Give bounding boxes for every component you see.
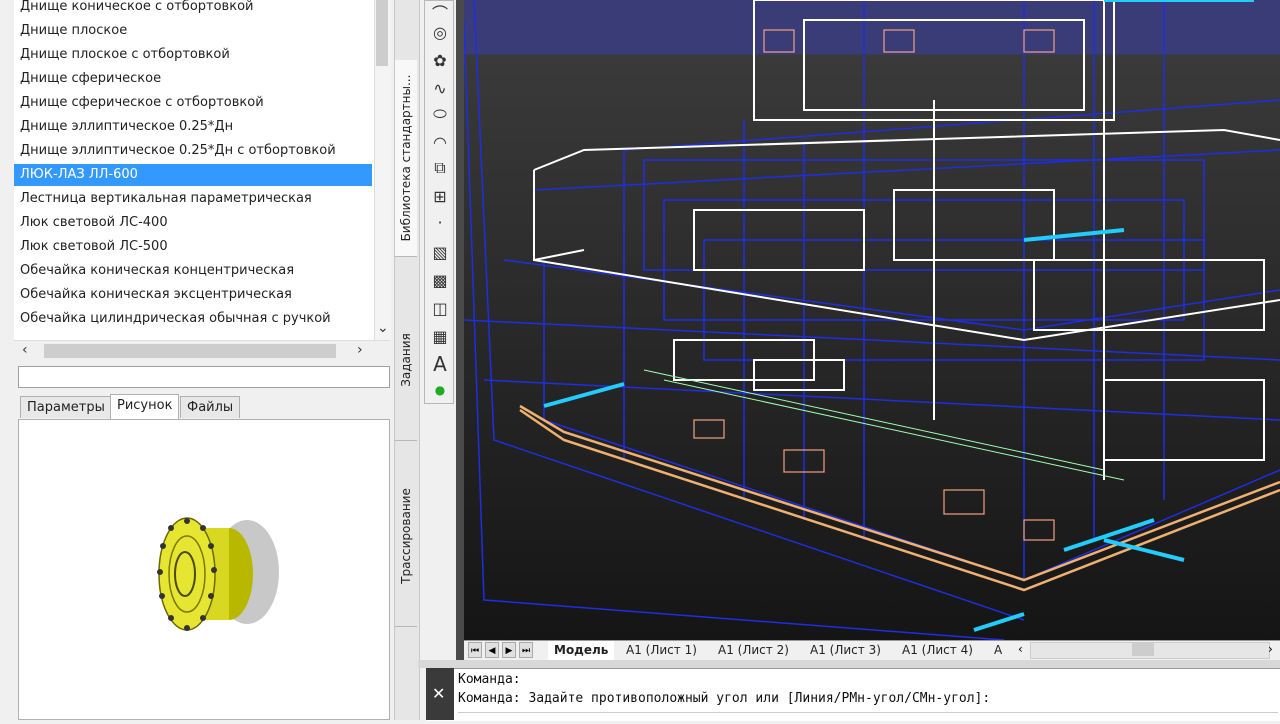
tab-parameters[interactable]: Параметры [20, 396, 112, 418]
ellipse-arc-icon[interactable]: ◠ [428, 130, 452, 154]
tab-layout-2[interactable]: А1 (Лист 2) [712, 641, 795, 660]
side-tab-tasks[interactable]: Задания [395, 280, 417, 441]
next-layout-icon[interactable]: ▶ [502, 642, 516, 658]
list-item[interactable]: Обечайка коническая эксцентрическая [20, 284, 292, 306]
side-tab-routing[interactable]: Трассирование [395, 446, 417, 627]
revision-cloud-icon[interactable]: ✿ [428, 48, 452, 72]
hatch-icon[interactable]: ▧ [428, 240, 452, 264]
list-item[interactable]: Днище эллиптическое 0.25*Дн [20, 116, 233, 138]
spline-icon[interactable]: ∿ [428, 76, 452, 100]
insert-block-icon[interactable]: ⧉ [428, 156, 452, 180]
list-item[interactable]: Люк световой ЛС-400 [20, 212, 168, 234]
command-history-line: Команда: [458, 672, 521, 687]
first-layout-icon[interactable]: ⏮ [468, 642, 482, 658]
region-icon[interactable]: ◫ [428, 296, 452, 320]
add-selected-icon[interactable]: ● [428, 378, 452, 402]
vertical-scroll-thumb[interactable] [376, 0, 388, 66]
list-item[interactable]: Днище плоское [20, 20, 127, 42]
layout-scroll-left-icon[interactable]: ‹ [1018, 642, 1023, 656]
command-splitter[interactable] [418, 660, 1280, 668]
prev-layout-icon[interactable]: ◀ [485, 642, 499, 658]
list-item[interactable]: Днище коническое с отбортовкой [20, 0, 253, 18]
layout-scroll-thumb[interactable] [1132, 643, 1154, 656]
tab-layout-3[interactable]: А1 (Лист 3) [804, 641, 887, 660]
gradient-icon[interactable]: ▩ [428, 268, 452, 292]
horizontal-scroll-thumb[interactable] [44, 344, 336, 358]
list-item[interactable]: Днище сферическое [20, 68, 161, 90]
tab-model[interactable]: Модель [548, 641, 615, 660]
filter-input[interactable] [18, 366, 390, 388]
side-tab-library[interactable]: Библиотека стандартны... [395, 60, 417, 257]
make-block-icon[interactable]: ⊞ [428, 184, 452, 208]
3d-wireframe-model [464, 0, 1280, 640]
tab-layout-more[interactable]: А [988, 641, 1008, 660]
list-item-selected[interactable]: ЛЮК-ЛАЗ ЛЛ-600 [14, 164, 372, 186]
close-icon[interactable]: ✕ [432, 684, 445, 703]
viewport-border [456, 0, 464, 660]
last-layout-icon[interactable]: ⏭ [519, 642, 533, 658]
library-list: Днище коническое с отбортовкой Днище пло… [14, 0, 374, 340]
scroll-right-icon[interactable]: › [357, 342, 363, 358]
point-icon[interactable]: · [428, 210, 452, 234]
list-item[interactable]: Обечайка цилиндрическая обычная с ручкой [20, 308, 331, 330]
list-item[interactable]: Лестница вертикальная параметрическая [20, 188, 312, 210]
tab-layout-4[interactable]: А1 (Лист 4) [896, 641, 979, 660]
model-viewport[interactable] [464, 0, 1280, 640]
text-icon[interactable]: A [428, 352, 452, 376]
scroll-left-icon[interactable]: ‹ [22, 342, 28, 358]
preview-panel [18, 419, 390, 720]
list-item[interactable]: Обечайка коническая концентрическая [20, 260, 294, 282]
table-icon[interactable]: ▦ [428, 324, 452, 348]
tab-layout-1[interactable]: А1 (Лист 1) [620, 641, 703, 660]
scroll-down-icon[interactable]: ⌄ [377, 320, 389, 336]
tab-picture[interactable]: Рисунок [110, 394, 180, 420]
tab-files[interactable]: Файлы [180, 396, 241, 418]
layout-scroll-right-icon[interactable]: › [1268, 642, 1273, 656]
list-item[interactable]: Днище эллиптическое 0.25*Дн с отбортовко… [20, 140, 336, 162]
list-item[interactable]: Днище плоское с отбортовкой [20, 44, 230, 66]
manhole-preview-image [157, 517, 279, 631]
list-item[interactable]: Люк световой ЛС-500 [20, 236, 168, 258]
command-history-line: Команда: Задайте противоположный угол ил… [458, 691, 991, 706]
list-item[interactable]: Днище сферическое с отбортовкой [20, 92, 264, 114]
circle-icon[interactable]: ◎ [428, 20, 452, 44]
ellipse-icon[interactable]: ⬭ [428, 102, 452, 126]
